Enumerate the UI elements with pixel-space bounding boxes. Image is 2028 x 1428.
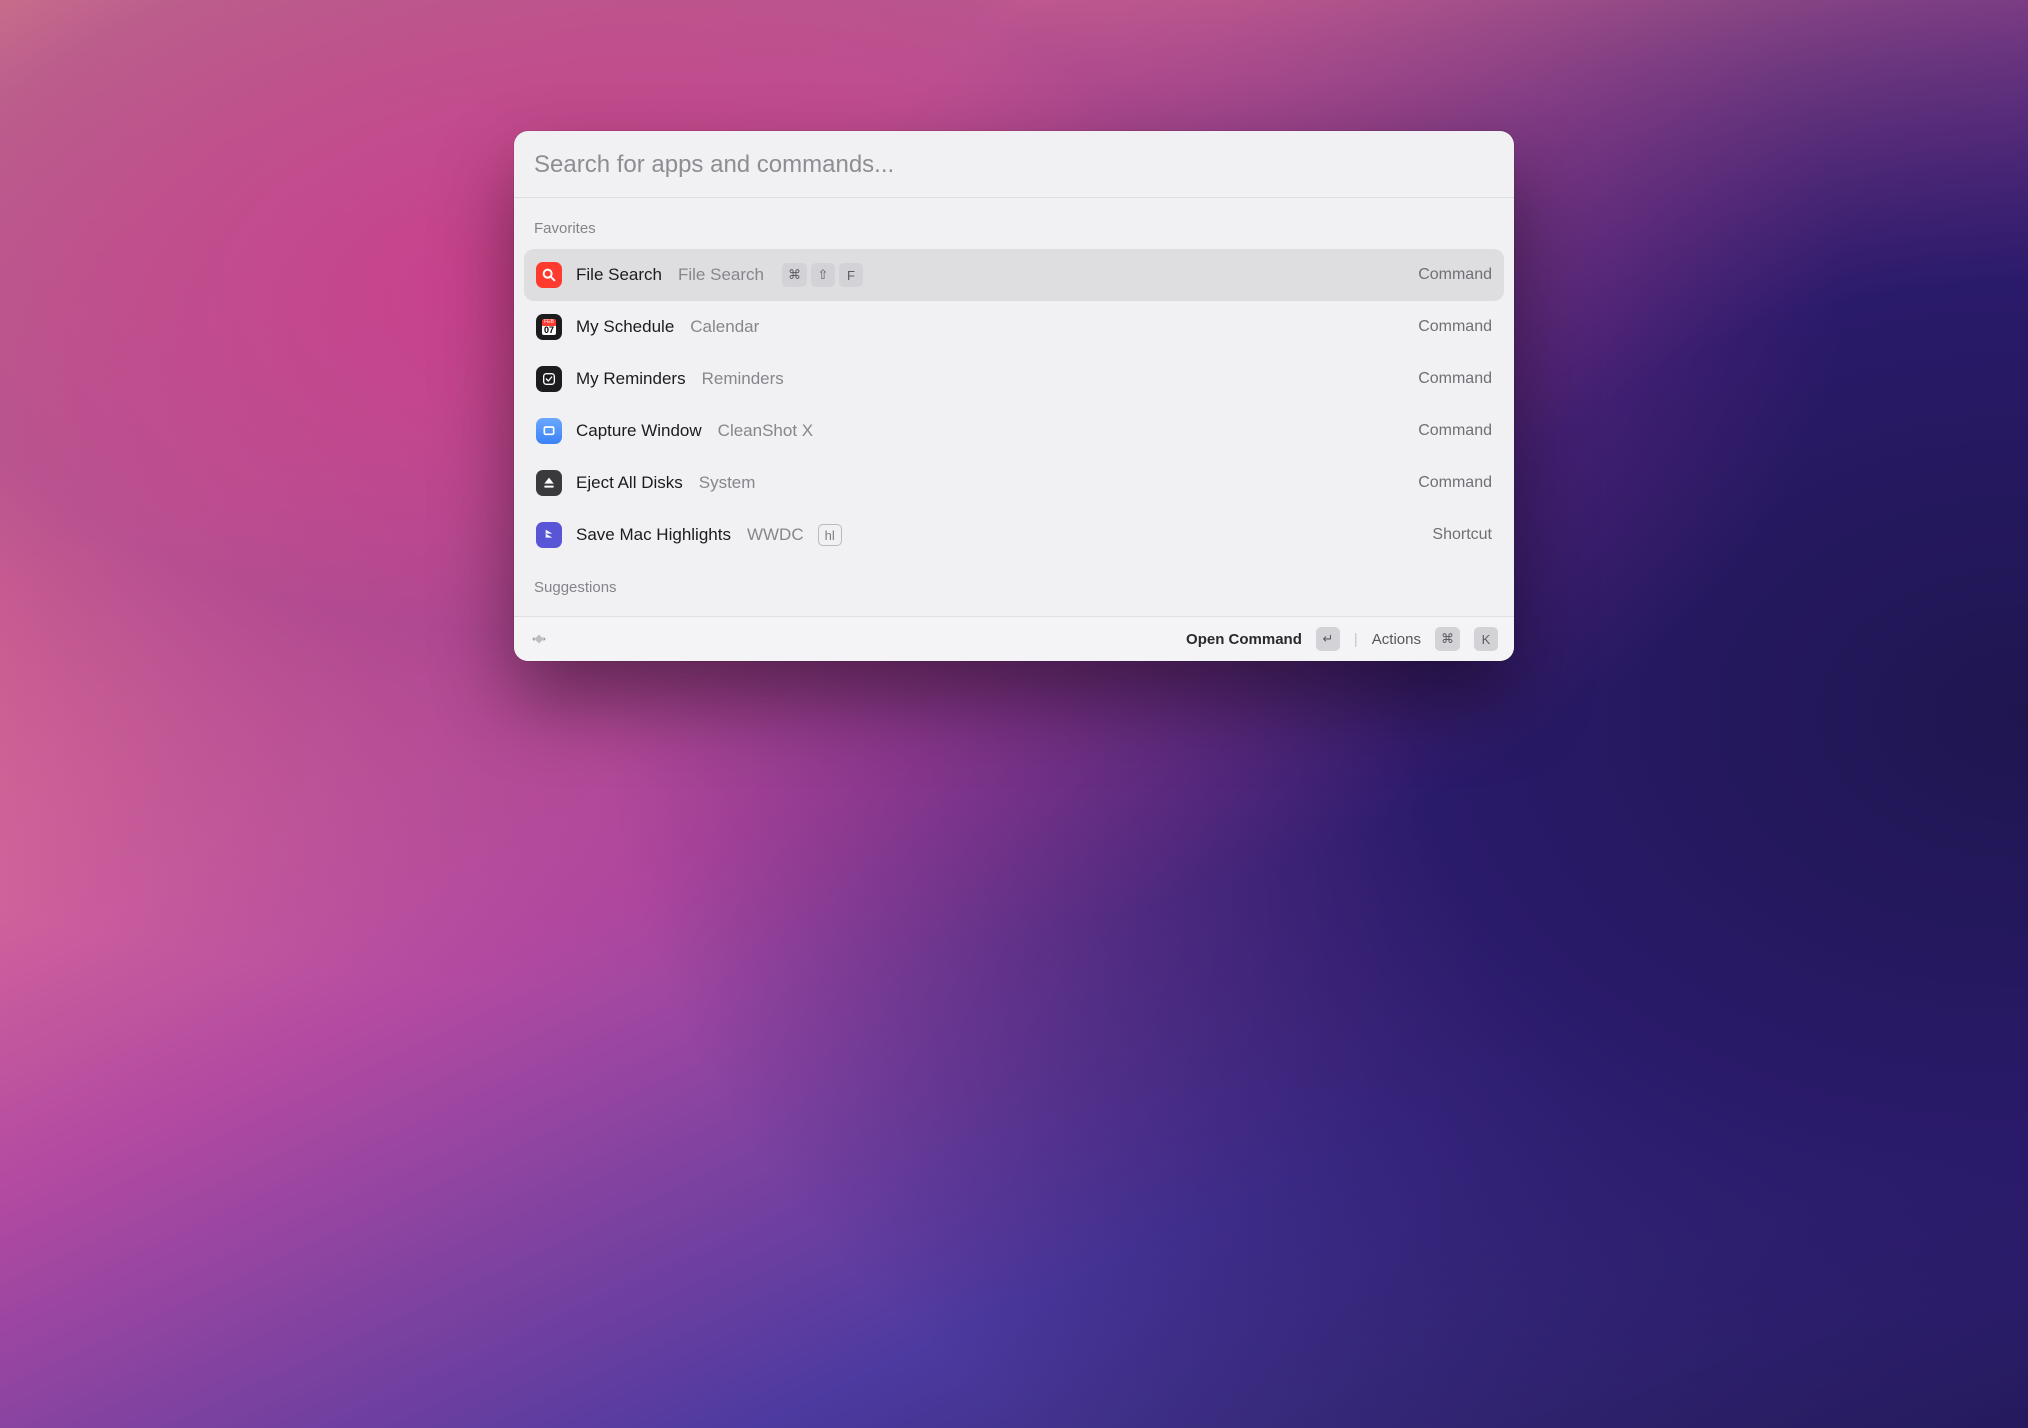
- item-subtitle: WWDC: [747, 525, 804, 545]
- key-command-icon: ⌘: [782, 263, 807, 287]
- capture-window-icon: [536, 418, 562, 444]
- item-subtitle: Reminders: [702, 369, 784, 389]
- item-subtitle: CleanShot X: [718, 421, 813, 441]
- key-command-icon: ⌘: [1435, 627, 1460, 651]
- item-type: Command: [1418, 266, 1492, 284]
- item-shortcut: ⌘ ⇧ F: [782, 263, 863, 287]
- eject-icon: [536, 470, 562, 496]
- section-suggestions-label: Suggestions: [524, 561, 1504, 608]
- key-shift-icon: ⇧: [811, 263, 835, 287]
- shortcuts-icon: [536, 522, 562, 548]
- key-return-icon: ↵: [1316, 627, 1340, 651]
- search-input[interactable]: [534, 151, 1494, 179]
- key-letter: F: [839, 263, 863, 287]
- results-list: Favorites File Search File Search ⌘ ⇧ F …: [514, 198, 1514, 616]
- favorites-item-my-schedule[interactable]: FEB 07 My Schedule Calendar Command: [524, 301, 1504, 353]
- item-type: Command: [1418, 318, 1492, 336]
- item-subtitle: System: [699, 473, 756, 493]
- reminders-icon: [536, 366, 562, 392]
- item-title: My Reminders: [576, 369, 686, 389]
- search-row: [514, 131, 1514, 198]
- actions-button[interactable]: Actions: [1372, 631, 1421, 648]
- item-type: Shortcut: [1432, 526, 1492, 544]
- calendar-icon: FEB 07: [536, 314, 562, 340]
- command-palette-window: Favorites File Search File Search ⌘ ⇧ F …: [514, 131, 1514, 661]
- search-icon: [536, 262, 562, 288]
- favorites-item-save-mac-highlights[interactable]: Save Mac Highlights WWDC hl Shortcut: [524, 509, 1504, 561]
- item-type: Command: [1418, 422, 1492, 440]
- item-title: File Search: [576, 265, 662, 285]
- item-title: My Schedule: [576, 317, 674, 337]
- section-favorites-label: Favorites: [524, 210, 1504, 249]
- item-title: Capture Window: [576, 421, 702, 441]
- item-type: Command: [1418, 370, 1492, 388]
- item-title: Eject All Disks: [576, 473, 683, 493]
- favorites-item-file-search[interactable]: File Search File Search ⌘ ⇧ F Command: [524, 249, 1504, 301]
- item-subtitle: Calendar: [690, 317, 759, 337]
- item-title: Save Mac Highlights: [576, 525, 731, 545]
- favorites-item-eject-all-disks[interactable]: Eject All Disks System Command: [524, 457, 1504, 509]
- item-subtitle: File Search: [678, 265, 764, 285]
- highlights-badge: hl: [818, 524, 842, 546]
- favorites-item-my-reminders[interactable]: My Reminders Reminders Command: [524, 353, 1504, 405]
- favorites-item-capture-window[interactable]: Capture Window CleanShot X Command: [524, 405, 1504, 457]
- footer-bar: Open Command ↵ | Actions ⌘ K: [514, 616, 1514, 661]
- item-type: Command: [1418, 474, 1492, 492]
- raycast-logo-icon: [530, 630, 548, 648]
- key-letter: K: [1474, 627, 1498, 651]
- footer-divider: |: [1354, 631, 1358, 648]
- open-command-button[interactable]: Open Command: [1186, 631, 1302, 648]
